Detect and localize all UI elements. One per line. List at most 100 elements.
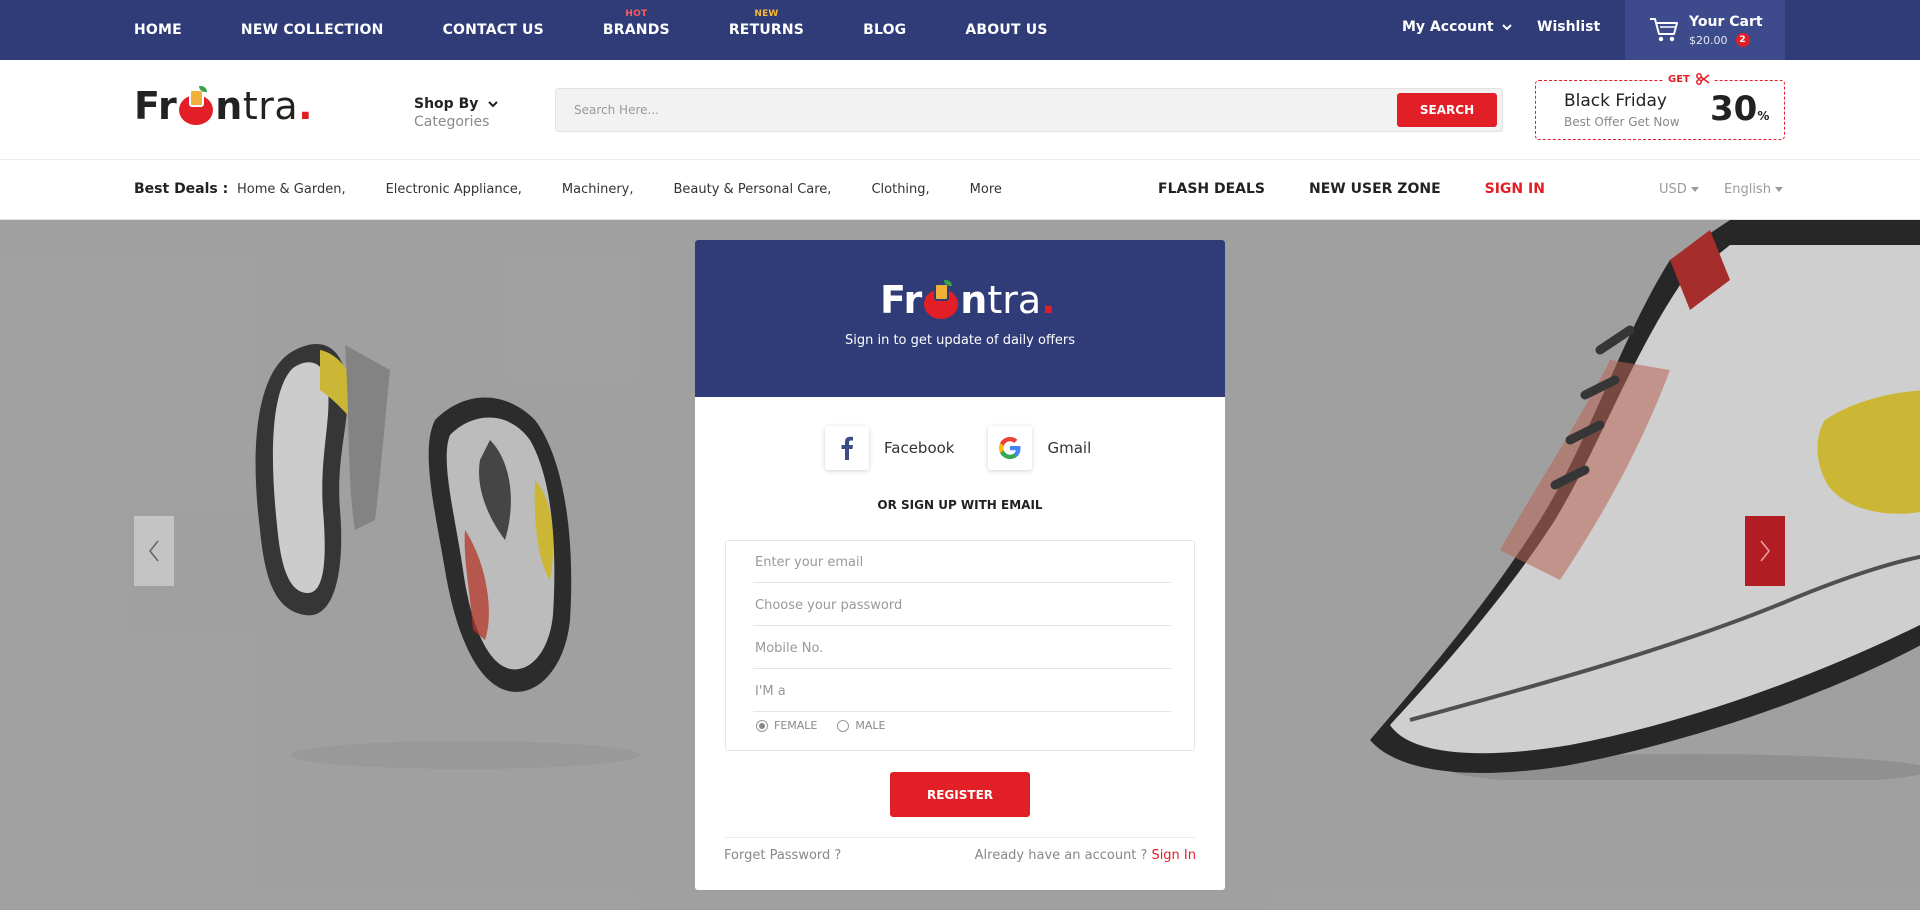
scissors-icon [1695,73,1710,85]
or-signup-email-text: OR SIGN UP WITH EMAIL [877,498,1043,512]
nav-label: BLOG [863,22,907,38]
logo-text: tra [987,278,1042,322]
nav-blog[interactable]: BLOG [863,22,906,38]
logo-text: n [215,84,243,128]
nav-returns[interactable]: NEW RETURNS [728,9,805,38]
nav-label: RETURNS [728,22,805,38]
chevron-right-icon [1760,540,1771,562]
nav-about-us[interactable]: ABOUT US [965,22,1047,38]
sneakers-pair-image [255,344,640,769]
promo-value: 30% [1710,89,1769,129]
flash-deals-link[interactable]: FLASH DEALS [1158,181,1265,197]
hot-badge: HOT [625,9,648,19]
already-account-label: Already have an account ? [974,848,1148,863]
best-deals-title: Best Deals : [134,181,229,197]
top-bar: HOME NEW COLLECTION CONTACT US HOT BRANDS… [0,0,1920,60]
nav-label: ABOUT US [965,22,1048,38]
modal-tagline: Sign in to get update of daily offers [844,333,1076,348]
sign-in-link[interactable]: SIGN IN [1485,181,1545,197]
logo-apple-icon [924,280,959,319]
sneaker-closeup-image [1370,220,1920,780]
promo-get-label: GET [1664,73,1714,85]
category-link[interactable]: Electronic Appliance, [386,182,522,197]
caret-down-icon [1774,187,1783,192]
gender-radio-group: FEMALE MALE [756,719,885,732]
shop-by-categories[interactable]: Shop By Categories [414,96,499,130]
promo-title: Black Friday [1564,91,1667,111]
category-link[interactable]: Beauty & Personal Care, [674,182,832,197]
deal-categories: Home & Garden, Electronic Appliance, Mac… [237,182,1042,197]
category-link[interactable]: Clothing, [871,182,929,197]
iam-field[interactable] [753,672,1171,712]
category-link[interactable]: Home & Garden, [237,182,346,197]
shop-by-subtitle: Categories [414,114,490,130]
category-link[interactable]: Machinery, [562,182,634,197]
facebook-login-button[interactable]: Facebook [825,426,954,470]
logo-text: tra [242,84,299,128]
cart-icon [1650,18,1678,42]
logo-text: n [960,278,988,322]
promo-number: 30 [1710,89,1758,129]
logo-dot: . [1041,278,1056,322]
male-label: MALE [855,719,886,732]
radio-selected-icon [756,719,768,732]
gmail-login-button[interactable]: Gmail [988,426,1091,470]
email-field[interactable] [753,543,1171,583]
nav-label: NEW COLLECTION [240,22,384,38]
female-label: FEMALE [774,719,818,732]
currency-select[interactable]: USD [1659,182,1699,197]
top-nav: HOME NEW COLLECTION CONTACT US HOT BRANDS… [134,0,1107,60]
chevron-down-icon [488,100,499,107]
cart-button[interactable]: Your Cart $20.00 2 [1625,0,1785,60]
search-button[interactable]: SEARCH [1397,93,1497,127]
nav-brands[interactable]: HOT BRANDS [602,9,670,38]
search-bar: SEARCH [555,88,1503,132]
male-radio[interactable]: MALE [837,719,885,732]
language-value: English [1724,182,1771,197]
register-button[interactable]: REGISTER [890,772,1030,817]
slider-next-button[interactable] [1745,516,1785,586]
modal-logo: Fr n tra . [880,278,1056,322]
search-input[interactable] [556,89,1376,131]
cart-title: Your Cart [1689,14,1763,30]
modal-divider [725,837,1195,838]
chevron-down-icon [1501,23,1512,30]
more-link[interactable]: More [970,182,1002,197]
shop-by-title: Shop By [414,96,499,112]
wishlist-link[interactable]: Wishlist [1537,19,1600,35]
facebook-icon [825,426,869,470]
gmail-label: Gmail [1047,439,1092,457]
new-user-zone-link[interactable]: NEW USER ZONE [1309,181,1441,197]
mobile-field[interactable] [753,629,1171,669]
site-logo[interactable]: Fr n tra . [134,84,313,128]
nav-contact-us[interactable]: CONTACT US [443,22,544,38]
my-account-label: My Account [1402,19,1494,35]
logo-apple-icon [179,86,214,125]
cart-summary: Your Cart $20.00 2 [1689,13,1763,47]
deals-bar: Best Deals : Home & Garden, Electronic A… [0,160,1920,220]
password-field[interactable] [753,586,1171,626]
new-badge: NEW [754,9,779,19]
promo-get-text: GET [1668,73,1690,85]
radio-unselected-icon [837,719,850,732]
signup-form: FEMALE MALE [725,540,1195,751]
promo-unit: % [1757,109,1770,123]
nav-home[interactable]: HOME [134,22,182,38]
nav-label: BRANDS [602,22,670,38]
slider-prev-button[interactable] [134,516,174,586]
female-radio[interactable]: FEMALE [756,719,817,732]
google-icon [988,426,1033,470]
nav-label: CONTACT US [442,22,544,38]
modal-sign-in-link[interactable]: Sign In [1151,848,1196,863]
language-select[interactable]: English [1724,182,1783,197]
black-friday-promo[interactable]: GET Black Friday Best Offer Get Now 30% [1535,73,1785,140]
cart-amount: $20.00 [1689,33,1728,47]
my-account-dropdown[interactable]: My Account [1402,19,1512,35]
nav-label: HOME [134,22,182,38]
caret-down-icon [1690,187,1699,192]
header: Fr n tra . Shop By Categories SEARCH GET… [0,60,1920,160]
forgot-password-link[interactable]: Forget Password ? [724,848,841,863]
cart-subline: $20.00 2 [1689,33,1763,47]
already-account-text: Already have an account ? Sign In [975,848,1196,863]
nav-new-collection[interactable]: NEW COLLECTION [241,22,384,38]
